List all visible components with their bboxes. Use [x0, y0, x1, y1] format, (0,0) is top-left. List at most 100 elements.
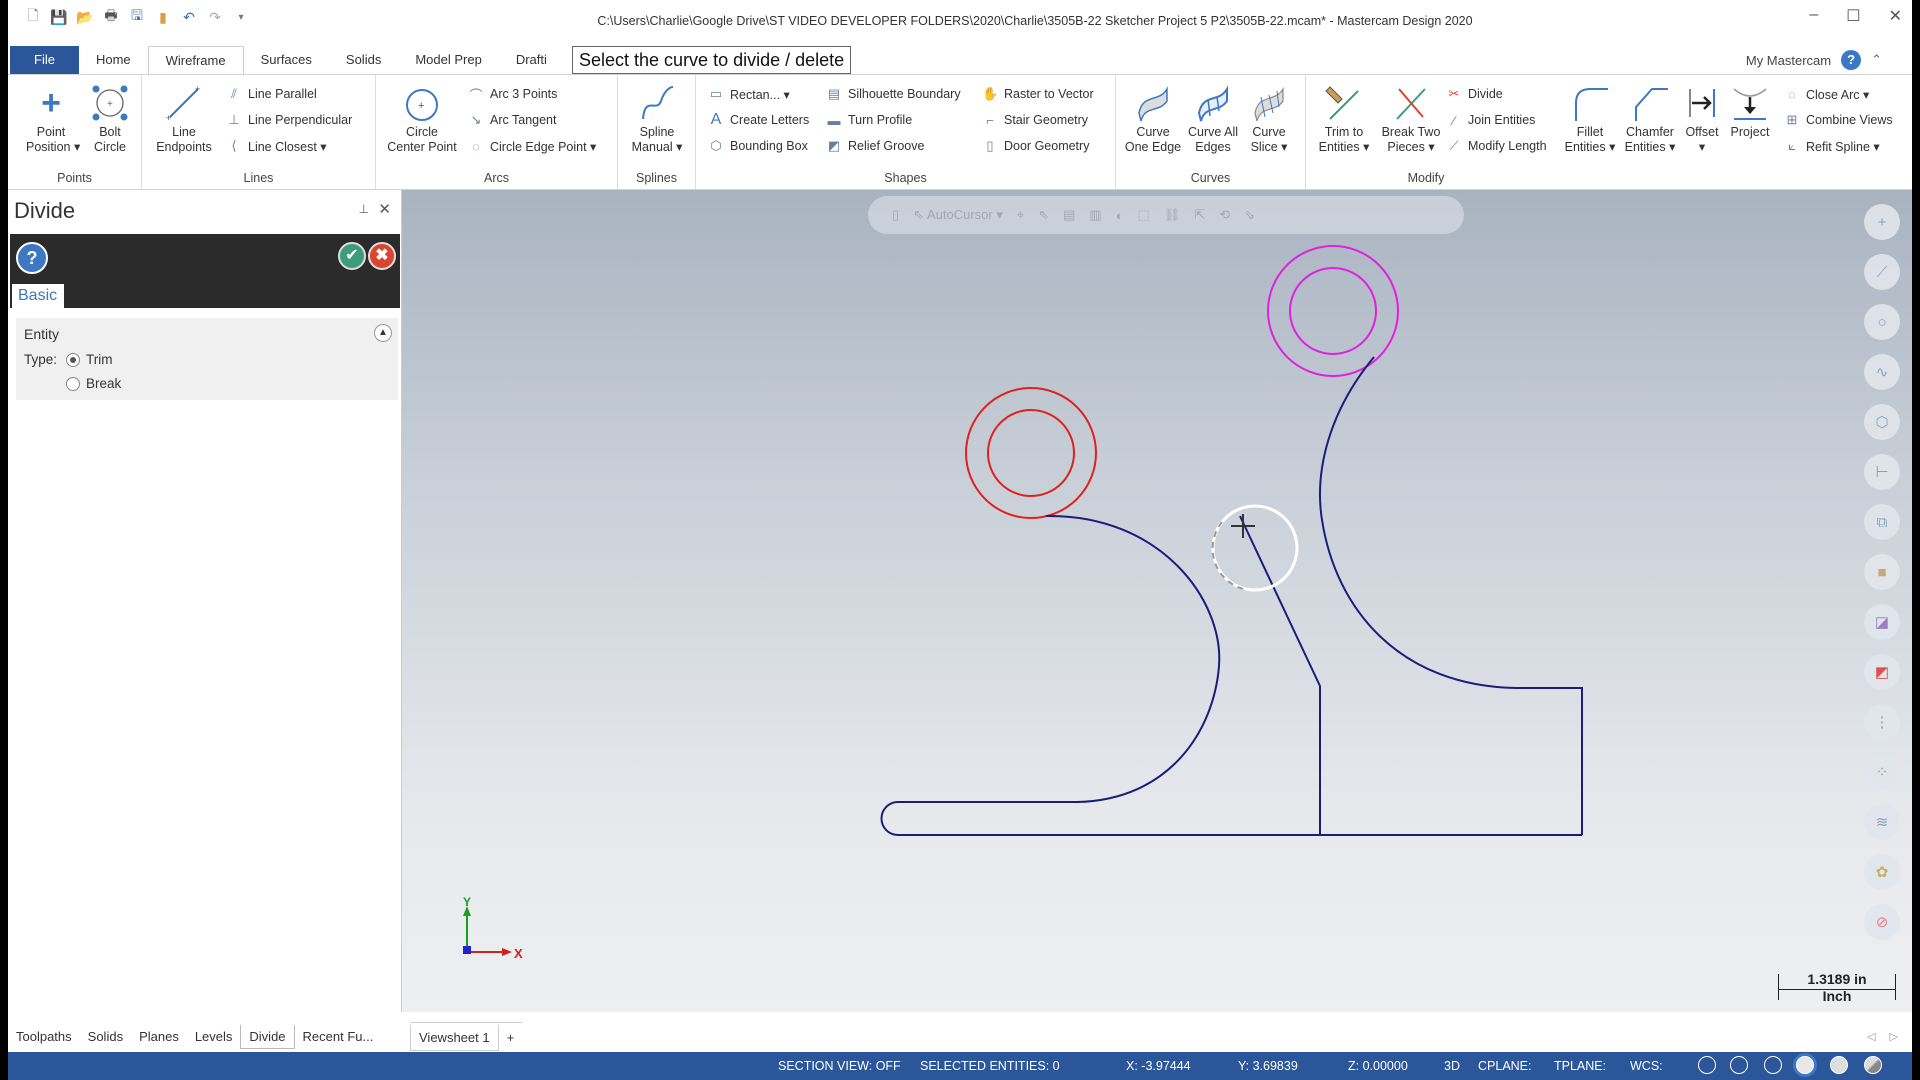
wireframe-view-icon[interactable]: [1698, 1056, 1716, 1074]
tab-viewsheet-1[interactable]: Viewsheet 1: [410, 1024, 499, 1051]
section-view-status[interactable]: SECTION VIEW: OFF: [778, 1059, 901, 1073]
bounding-box-button[interactable]: ⬡ Bounding Box: [708, 135, 808, 157]
collapse-ribbon-icon[interactable]: ⌃: [1871, 52, 1882, 68]
combine-views-button[interactable]: ⊞ Combine Views: [1784, 109, 1893, 131]
pin-icon[interactable]: ⊥: [359, 202, 369, 216]
break-two-pieces-button[interactable]: Break Two Pieces ▾: [1376, 81, 1446, 155]
line-icon[interactable]: ⟋: [1864, 254, 1900, 290]
radio-break-dot[interactable]: [66, 376, 80, 391]
fillet-entities-button[interactable]: Fillet Entities ▾: [1562, 81, 1618, 155]
selected-circle-inner-red[interactable]: [987, 409, 1075, 497]
circle-center-point-button[interactable]: + Circle Center Point: [382, 81, 462, 155]
bolt-circle-button[interactable]: + Bolt Circle: [86, 81, 134, 155]
tplane-status[interactable]: TPLANE:: [1554, 1059, 1606, 1073]
help-button[interactable]: ?: [16, 242, 48, 274]
list-icon[interactable]: ⋮: [1864, 704, 1900, 740]
tab-basic[interactable]: Basic: [12, 284, 64, 308]
shaded-wire-view-icon[interactable]: [1764, 1056, 1782, 1074]
tab-planes[interactable]: Planes: [131, 1025, 187, 1049]
relief-groove-button[interactable]: ◩ Relief Groove: [826, 135, 925, 157]
turn-profile-button[interactable]: ▬ Turn Profile: [826, 109, 913, 131]
add-viewsheet-button[interactable]: +: [498, 1024, 523, 1051]
offset-button[interactable]: Offset ▾: [1680, 81, 1724, 155]
cancel-button[interactable]: ✖: [368, 242, 396, 270]
silhouette-boundary-button[interactable]: ▤ Silhouette Boundary: [826, 83, 961, 105]
panel-close-button[interactable]: ✕: [378, 200, 391, 218]
ok-button[interactable]: ✔: [338, 242, 366, 270]
tab-solids[interactable]: Solids: [329, 46, 398, 74]
points-grid-icon[interactable]: ⁘: [1864, 754, 1900, 790]
close-arc-button[interactable]: ◌ Close Arc ▾: [1784, 83, 1869, 105]
door-geometry-button[interactable]: ▯ Door Geometry: [982, 135, 1089, 157]
selected-circle-inner-magenta[interactable]: [1289, 267, 1377, 355]
selected-circle-outer-magenta[interactable]: [1267, 245, 1399, 377]
tab-drafting[interactable]: Drafti: [499, 46, 564, 74]
refit-spline-button[interactable]: ⟀ Refit Spline ▾: [1784, 135, 1880, 157]
dimension-icon[interactable]: ⊢: [1864, 454, 1900, 490]
circle-icon[interactable]: ○: [1864, 304, 1900, 340]
spline-manual-button[interactable]: Spline Manual ▾: [624, 81, 690, 155]
line-parallel-button[interactable]: ⫽ Line Parallel: [226, 83, 317, 105]
minimize-button[interactable]: –: [1809, 6, 1818, 26]
color-icon[interactable]: ◩: [1864, 654, 1900, 690]
surface-icon[interactable]: ⧉: [1864, 504, 1900, 540]
tab-home[interactable]: Home: [79, 46, 148, 74]
wcs-status[interactable]: WCS:: [1630, 1059, 1663, 1073]
graphics-viewport[interactable]: ▯ ⇖ AutoCursor ▾ ⌖ ⇖ ▤ ▥ ◐ ⬚ ⛓ ⇱ ⟲ ⇘ Y X…: [402, 190, 1912, 1012]
scroll-right-icon[interactable]: ▷: [1890, 1030, 1898, 1043]
z-coordinate[interactable]: Z: 0.00000: [1348, 1059, 1408, 1073]
tab-file[interactable]: File: [10, 46, 79, 74]
tab-divide[interactable]: Divide: [240, 1025, 295, 1049]
join-entities-button[interactable]: ⁄ Join Entities: [1446, 109, 1536, 131]
help-icon[interactable]: ?: [1841, 50, 1862, 70]
tab-levels[interactable]: Levels: [187, 1025, 241, 1049]
tab-recent-functions[interactable]: Recent Fu...: [295, 1025, 382, 1049]
divide-button[interactable]: ✂ Divide: [1446, 83, 1503, 105]
profile-diagonal-line[interactable]: [1239, 515, 1321, 687]
curve-one-edge-button[interactable]: Curve One Edge: [1122, 81, 1184, 155]
scroll-left-icon[interactable]: ◁: [1867, 1030, 1875, 1043]
selected-circle-outer-red[interactable]: [965, 387, 1097, 519]
hidden-line-view-icon[interactable]: [1730, 1056, 1748, 1074]
shaded-view-icon[interactable]: [1796, 1056, 1814, 1074]
maximize-button[interactable]: ☐: [1846, 6, 1860, 26]
shade-icon[interactable]: ■: [1864, 554, 1900, 590]
no-entry-icon[interactable]: ⊘: [1864, 904, 1900, 940]
radio-break[interactable]: Break: [66, 376, 121, 391]
curve-slice-button[interactable]: Curve Slice ▾: [1244, 81, 1294, 155]
circle-edge-point-button[interactable]: ◌ Circle Edge Point ▾: [468, 135, 596, 157]
layers-icon[interactable]: ≋: [1864, 804, 1900, 840]
line-closest-button[interactable]: ⟨ Line Closest ▾: [226, 135, 326, 157]
chamfer-entities-button[interactable]: Chamfer Entities ▾: [1620, 81, 1680, 155]
tab-wireframe[interactable]: Wireframe: [147, 46, 244, 74]
create-letters-button[interactable]: A Create Letters: [708, 109, 810, 131]
translucency-icon[interactable]: [1864, 1056, 1882, 1074]
mode-3d[interactable]: 3D: [1444, 1059, 1460, 1073]
shaded-solid-icon[interactable]: [1830, 1056, 1848, 1074]
line-endpoints-button[interactable]: + + Line Endpoints: [152, 81, 216, 155]
point-icon[interactable]: +: [1864, 204, 1900, 240]
project-button[interactable]: Project: [1726, 81, 1774, 140]
arc-tangent-button[interactable]: ↘ Arc Tangent: [468, 109, 557, 131]
rectangle-button[interactable]: ▭ Rectan... ▾: [708, 83, 790, 105]
radio-trim[interactable]: Trim: [66, 352, 113, 367]
tab-model-prep[interactable]: Model Prep: [398, 46, 498, 74]
arc-3-points-button[interactable]: ⌒ Arc 3 Points: [468, 83, 557, 105]
close-button[interactable]: ✕: [1889, 6, 1902, 26]
level-icon[interactable]: ◪: [1864, 604, 1900, 640]
curve-all-edges-button[interactable]: Curve All Edges: [1184, 81, 1242, 155]
tab-surfaces[interactable]: Surfaces: [244, 46, 329, 74]
tab-solids-manager[interactable]: Solids: [80, 1025, 131, 1049]
modify-length-button[interactable]: ⟋ Modify Length: [1446, 135, 1546, 157]
stair-geometry-button[interactable]: ⌐ Stair Geometry: [982, 109, 1088, 131]
line-perpendicular-button[interactable]: ⊥ Line Perpendicular: [226, 109, 352, 131]
point-position-button[interactable]: + Point Position ▾: [26, 81, 80, 155]
raster-to-vector-button[interactable]: ✋ Raster to Vector: [982, 83, 1094, 105]
trim-to-entities-button[interactable]: Trim to Entities ▾: [1312, 81, 1376, 155]
drawing-canvas[interactable]: Y X: [402, 190, 1912, 1012]
radio-trim-dot[interactable]: [66, 352, 80, 367]
collapse-section-button[interactable]: ▲: [374, 324, 392, 342]
profile-right-arc[interactable]: [1319, 356, 1583, 835]
tab-toolpaths[interactable]: Toolpaths: [8, 1025, 80, 1049]
profile-left-arc[interactable]: [1045, 514, 1221, 803]
